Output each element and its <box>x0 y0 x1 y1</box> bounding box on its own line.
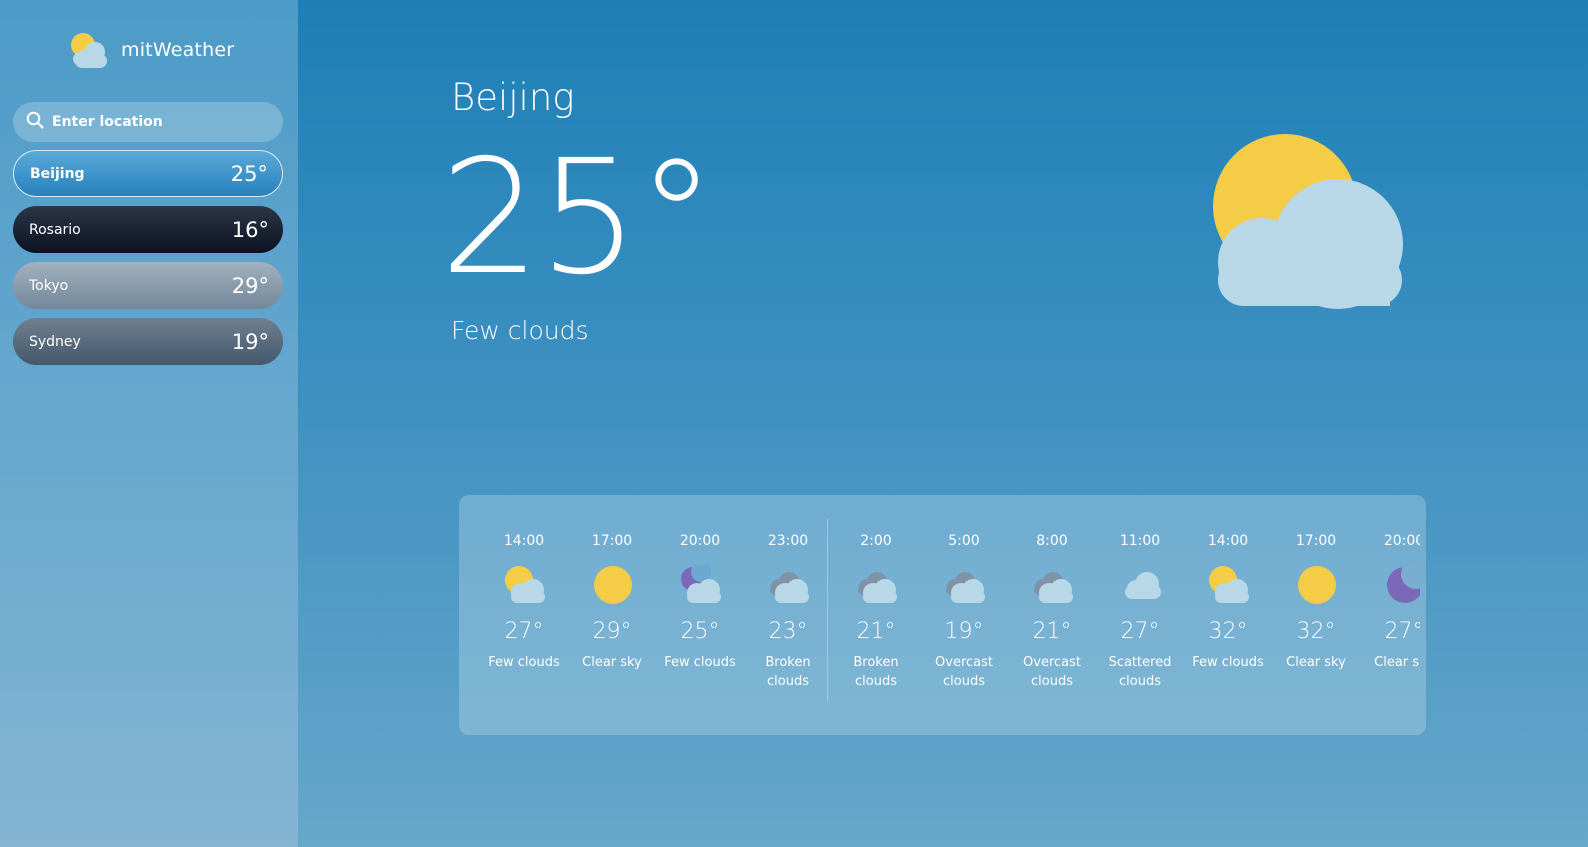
forecast-temp: 21° <box>856 619 896 644</box>
forecast-time: 8:00 <box>1036 533 1068 549</box>
city-item-beijing[interactable]: Beijing 25° <box>13 150 283 197</box>
forecast-time: 2:00 <box>860 533 892 549</box>
forecast-temp: 21° <box>1032 619 1072 644</box>
app-brand: mitWeather <box>67 30 234 70</box>
forecast-condition: Broken clouds <box>853 655 899 689</box>
forecast-item: 20:00 27° Clear sky <box>1360 495 1420 735</box>
forecast-temp: 32° <box>1296 619 1336 644</box>
forecast-condition: Few clouds <box>664 655 736 670</box>
forecast-condition: Clear sky <box>1374 655 1420 670</box>
city-temp: 19° <box>231 329 269 354</box>
hourly-forecast-panel[interactable]: 14:00 27° Few clouds 17:00 29° Clear sky 20:00… <box>459 495 1426 735</box>
scattered-clouds-icon <box>1119 565 1163 605</box>
forecast-temp: 27° <box>1120 619 1160 644</box>
forecast-condition: Clear sky <box>582 655 642 670</box>
app-logo-icon <box>67 30 109 70</box>
forecast-temp: 19° <box>944 619 984 644</box>
forecast-time: 5:00 <box>948 533 980 549</box>
forecast-temp: 27° <box>1384 619 1421 644</box>
app-name: mitWeather <box>121 39 235 61</box>
broken-clouds-icon <box>767 565 811 605</box>
forecast-condition: Broken clouds <box>765 655 811 689</box>
forecast-time: 17:00 <box>1295 533 1337 549</box>
forecast-time: 23:00 <box>767 533 809 549</box>
clear-night-icon <box>1383 559 1420 605</box>
forecast-temp: 29° <box>592 619 632 644</box>
forecast-item: 20:00 25° Few clouds <box>656 495 744 735</box>
forecast-list: 14:00 27° Few clouds 17:00 29° Clear sky 20:00… <box>480 495 1420 735</box>
current-condition: Few clouds <box>451 316 589 345</box>
city-item-sydney[interactable]: Sydney 19° <box>13 318 283 365</box>
few-clouds-day-icon <box>503 565 547 605</box>
search-icon <box>26 111 44 133</box>
city-item-tokyo[interactable]: Tokyo 29° <box>13 262 283 309</box>
forecast-temp: 23° <box>768 619 808 644</box>
search-box[interactable] <box>13 102 283 142</box>
clear-day-icon <box>591 565 635 605</box>
forecast-condition: Overcast clouds <box>935 655 993 689</box>
overcast-clouds-icon <box>1031 565 1075 605</box>
forecast-condition: Few clouds <box>488 655 560 670</box>
overcast-clouds-icon <box>943 565 987 605</box>
forecast-item: 5:00 19° Overcast clouds <box>920 495 1008 735</box>
forecast-time: 20:00 <box>679 533 721 549</box>
few-clouds-day-icon <box>1210 134 1410 309</box>
forecast-item: 17:00 29° Clear sky <box>568 495 656 735</box>
clear-day-icon <box>1295 565 1339 605</box>
city-temp: 16° <box>231 217 269 242</box>
location-search-input[interactable] <box>52 114 272 130</box>
city-temp: 25° <box>230 161 268 186</box>
forecast-item: 14:00 32° Few clouds <box>1184 495 1272 735</box>
forecast-item: 11:00 27° Scattered clouds <box>1096 495 1184 735</box>
sidebar: mitWeather Beijing 25° Rosario 16° Tokyo… <box>0 0 298 847</box>
city-temp: 29° <box>231 273 269 298</box>
forecast-condition: Scattered clouds <box>1108 655 1172 689</box>
forecast-time: 17:00 <box>591 533 633 549</box>
main-panel: Beijing 25° Few clouds 14:00 27° Few cloud… <box>298 0 1588 847</box>
forecast-time: 11:00 <box>1119 533 1161 549</box>
forecast-item: 23:00 23° Broken clouds <box>744 495 832 735</box>
forecast-condition: Few clouds <box>1192 655 1264 670</box>
forecast-temp: 27° <box>504 619 544 644</box>
few-clouds-day-icon <box>1207 565 1251 605</box>
current-location: Beijing <box>451 76 575 119</box>
forecast-item: 17:00 32° Clear sky <box>1272 495 1360 735</box>
forecast-time: 14:00 <box>1207 533 1249 549</box>
forecast-temp: 25° <box>680 619 720 644</box>
forecast-time: 20:00 <box>1383 533 1420 549</box>
forecast-temp: 32° <box>1208 619 1248 644</box>
forecast-item: 2:00 21° Broken clouds <box>832 495 920 735</box>
broken-clouds-icon <box>855 565 899 605</box>
city-name: Rosario <box>29 221 81 238</box>
few-clouds-night-icon <box>679 562 723 605</box>
current-temperature: 25° <box>440 126 716 310</box>
forecast-condition: Clear sky <box>1286 655 1346 670</box>
forecast-time: 14:00 <box>503 533 545 549</box>
city-name: Sydney <box>29 333 81 350</box>
city-item-rosario[interactable]: Rosario 16° <box>13 206 283 253</box>
forecast-condition: Overcast clouds <box>1023 655 1081 689</box>
forecast-item: 14:00 27° Few clouds <box>480 495 568 735</box>
city-name: Beijing <box>30 165 85 182</box>
city-name: Tokyo <box>29 277 69 294</box>
forecast-item: 8:00 21° Overcast clouds <box>1008 495 1096 735</box>
